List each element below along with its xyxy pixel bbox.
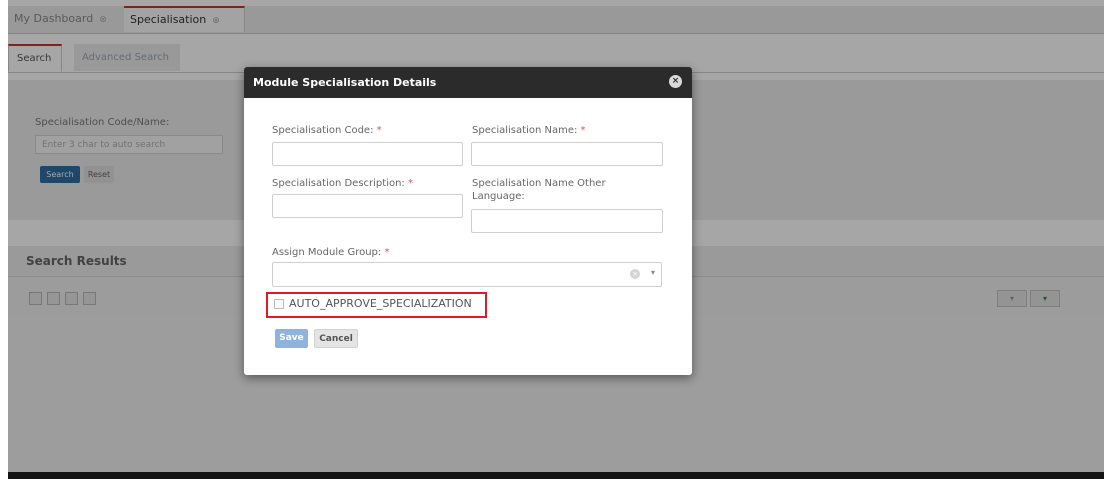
specialisation-name-other-language-label: Specialisation Name Other Language: [472,178,606,202]
label-text: Specialisation Name: [472,125,578,136]
app-root: My Dashboard ⊗ Specialisation ⊗ Search Adv… [0,0,1104,479]
cancel-button[interactable]: Cancel [314,329,358,348]
modal-header: Module Specialisation Details × [244,67,692,98]
label-text: Specialisation Description: [272,178,405,189]
required-marker: * [376,125,382,136]
label-text: Assign Module Group: [272,247,382,258]
required-marker: * [408,178,413,189]
required-marker: * [384,247,390,258]
specialisation-description-input[interactable] [272,194,463,218]
left-edge [0,0,8,479]
clear-icon[interactable]: × [630,269,640,279]
module-group-select[interactable]: × ▾ [272,262,662,287]
save-button[interactable]: Save [275,329,308,348]
modal-title: Module Specialisation Details [253,76,437,89]
specialisation-description-label: Specialisation Description: * [272,177,413,190]
specialisation-name-other-language-input[interactable] [471,209,663,233]
auto-approve-label[interactable]: AUTO_APPROVE_SPECIALIZATION [289,297,472,310]
specialisation-code-input[interactable] [272,142,463,166]
module-group-label: Assign Module Group: * [272,246,389,259]
specialisation-name-label: Specialisation Name: * [472,124,586,137]
specialisation-modal: Module Specialisation Details × Speciali… [244,67,692,375]
chevron-down-icon[interactable]: ▾ [651,268,655,277]
label-text: Specialisation Code: [272,125,374,136]
specialisation-code-label: Specialisation Code: * [272,124,382,137]
close-icon[interactable]: × [669,75,682,88]
specialisation-name-input[interactable] [471,142,663,166]
auto-approve-checkbox[interactable] [274,299,284,309]
required-marker: * [580,125,586,136]
